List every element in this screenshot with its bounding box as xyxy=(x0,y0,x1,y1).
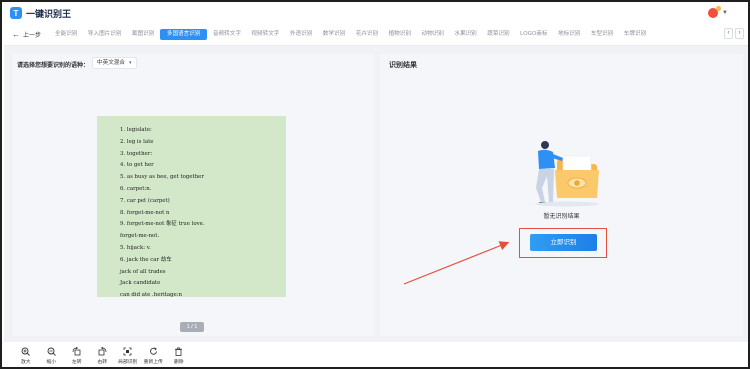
tab-item[interactable]: 数学识别 xyxy=(318,29,350,40)
source-panel: 请选择您想要识别的语种： 中英文混合 ▾ 1. legislate: 2. leg… xyxy=(13,54,374,336)
tab-item[interactable]: 车牌识别 xyxy=(619,29,651,40)
preview-text-line: 5. hijack: v. xyxy=(120,244,151,251)
tab-item[interactable]: 蔬菜识别 xyxy=(482,29,514,40)
tab-scroll-controls: ‹ › xyxy=(724,28,744,39)
preview-text-line: 9. forget-me-not 象征 true love. xyxy=(120,221,205,228)
tab-item[interactable]: 导入图片识别 xyxy=(83,29,127,40)
tab-list: 全能识别 导入图片识别 截图识别 多国语言识别 音频转文字 视频转文字 外语识别 数学识别 花卉… xyxy=(50,29,652,40)
language-value: 中英文混合 xyxy=(97,60,125,66)
tab-item[interactable]: 车型识别 xyxy=(586,29,618,40)
language-select[interactable]: 中英文混合 ▾ xyxy=(92,57,137,69)
zoom-in-icon xyxy=(21,347,31,356)
preview-text-line: 1. legislate: xyxy=(120,127,152,133)
preview-text-line: 6. carpet:n. xyxy=(120,185,152,192)
preview-text-line: can did ate .heritage:n xyxy=(120,292,183,299)
tab-item[interactable]: 全能识别 xyxy=(50,29,82,40)
result-title: 识别结果 xyxy=(389,62,417,69)
toolbar-button[interactable]: 重新上传 xyxy=(141,344,167,367)
preview-text-line: 4. to get her xyxy=(120,162,154,169)
empty-result-text: 暂无识别结果 xyxy=(543,214,580,220)
chevron-right-icon[interactable]: › xyxy=(735,28,744,39)
tab-item[interactable]: 音频转文字 xyxy=(208,29,246,40)
crop-icon xyxy=(123,347,132,356)
tab-item[interactable]: 植物识别 xyxy=(384,29,416,40)
preview-text-line: jack of all trades xyxy=(120,268,166,275)
tab-item[interactable]: 多国语言识别 xyxy=(159,29,208,40)
tab-item[interactable]: 截图识别 xyxy=(127,29,159,40)
toolbar-button[interactable]: 左转 xyxy=(64,344,90,367)
toolbar-label: 左转 xyxy=(71,360,82,365)
result-panel: 识别结果 暂无识别结果 立即识别 xyxy=(380,54,743,336)
reupload-icon xyxy=(149,347,157,355)
chevron-down-icon: ▾ xyxy=(128,60,132,66)
rotate-right-icon xyxy=(98,347,107,356)
toolbar-label: 重新上传 xyxy=(143,360,163,365)
preview-text-line: 8. forget-me-not n xyxy=(120,209,170,216)
back-button[interactable]: ← 上一步 xyxy=(4,30,50,39)
preview-text-line: Jack candidate xyxy=(120,280,161,287)
title-bar: T 一键识别王 ▼ xyxy=(4,4,748,22)
rotate-left-icon xyxy=(72,347,81,356)
toolbar-label: 放大 xyxy=(20,360,31,365)
tab-item[interactable]: 外语识别 xyxy=(285,29,317,40)
tab-item[interactable]: 水果识别 xyxy=(449,29,481,40)
image-preview: 1. legislate: 2. leg is late 3. together: 4… xyxy=(97,116,286,298)
chevron-down-icon[interactable]: ▼ xyxy=(722,10,728,16)
toolbar-button[interactable]: 放大 xyxy=(13,344,39,367)
toolbar-label: 局部识别 xyxy=(118,360,138,365)
app-title: 一键识别王 xyxy=(26,8,72,19)
workspace: 请选择您想要识别的语种： 中英文混合 ▾ 1. legislate: 2. leg… xyxy=(4,46,748,342)
tab-item[interactable]: LOGO商标 xyxy=(515,29,552,40)
language-label: 请选择您想要识别的语种： xyxy=(17,63,90,69)
toolbar-label: 右转 xyxy=(97,360,108,365)
bottom-toolbar: 放大 缩小 左转 右转 局部识别 重新上传 删除 xyxy=(4,343,748,367)
tab-item[interactable]: 视频转文字 xyxy=(246,29,284,40)
toolbar-button[interactable]: 局部识别 xyxy=(115,344,141,367)
highlight-box: 立即识别 xyxy=(519,228,607,258)
app-logo: T xyxy=(10,7,22,19)
preview-text-line: 2. leg is late xyxy=(120,138,154,145)
preview-text-line: forget-me-not. xyxy=(120,233,160,240)
page-indicator: 1 / 1 xyxy=(180,322,204,332)
toolbar-label: 删除 xyxy=(173,360,184,365)
tab-item[interactable]: 地标识别 xyxy=(553,29,585,40)
preview-text-line: 7. car pet (carpet) xyxy=(120,197,170,204)
user-menu[interactable]: ▼ xyxy=(708,6,728,18)
empty-state-illustration-icon xyxy=(535,141,599,207)
trash-icon xyxy=(175,347,183,356)
user-avatar[interactable] xyxy=(708,6,722,18)
toolbar-button[interactable]: 右转 xyxy=(90,344,116,367)
preview-text-line: 3. together: xyxy=(120,150,153,157)
toolbar-button[interactable]: 缩小 xyxy=(39,344,65,367)
tab-item[interactable]: 动物识别 xyxy=(416,29,448,40)
arrow-left-icon: ← xyxy=(12,30,20,39)
recognize-button[interactable]: 立即识别 xyxy=(530,234,597,251)
zoom-out-icon xyxy=(47,347,56,356)
chevron-left-icon[interactable]: ‹ xyxy=(724,28,733,39)
feature-tab-bar: ← 上一步 全能识别 导入图片识别 截图识别 多国语言识别 音频转文字 视频转文字 外语识别… xyxy=(4,26,748,43)
preview-text-line: 6. jack the car 劫车 xyxy=(120,256,172,263)
toolbar-label: 缩小 xyxy=(46,360,57,365)
tab-item[interactable]: 花卉识别 xyxy=(351,29,383,40)
back-label: 上一步 xyxy=(23,33,42,39)
preview-text-line: 5. as busy as bee, get together xyxy=(120,174,204,181)
toolbar-button[interactable]: 删除 xyxy=(166,344,192,367)
app-window: T 一键识别王 ▼ ← 上一步 全能识别 导入图片识别 截图识别 多国语言识别 音频转文… xyxy=(0,0,750,369)
